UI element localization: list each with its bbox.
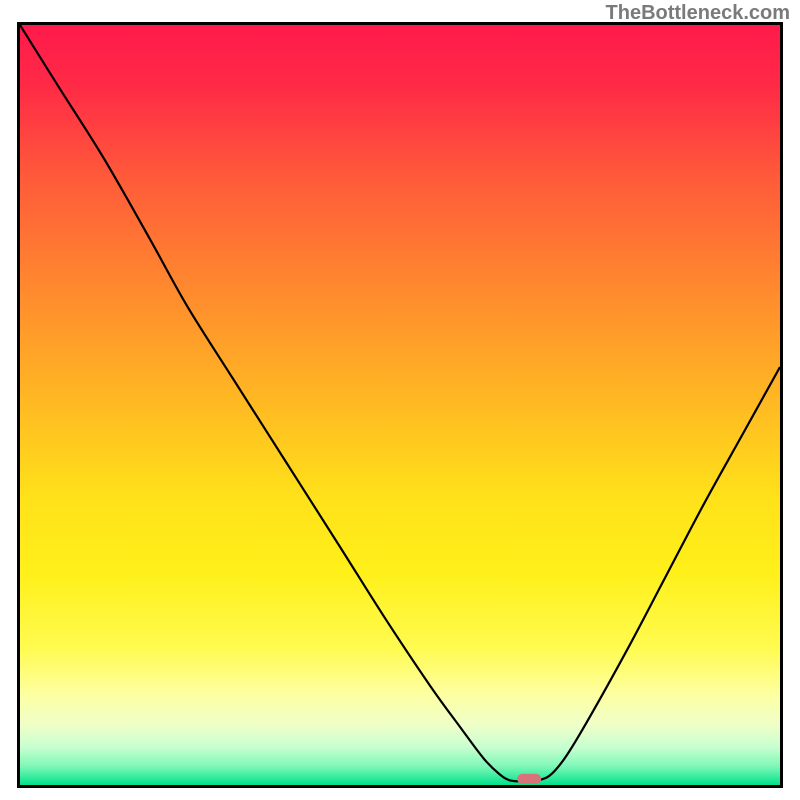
gradient-background [20,25,780,785]
optimal-marker [517,774,541,784]
bottleneck-chart [20,25,780,785]
watermark-text: TheBottleneck.com [606,2,790,25]
